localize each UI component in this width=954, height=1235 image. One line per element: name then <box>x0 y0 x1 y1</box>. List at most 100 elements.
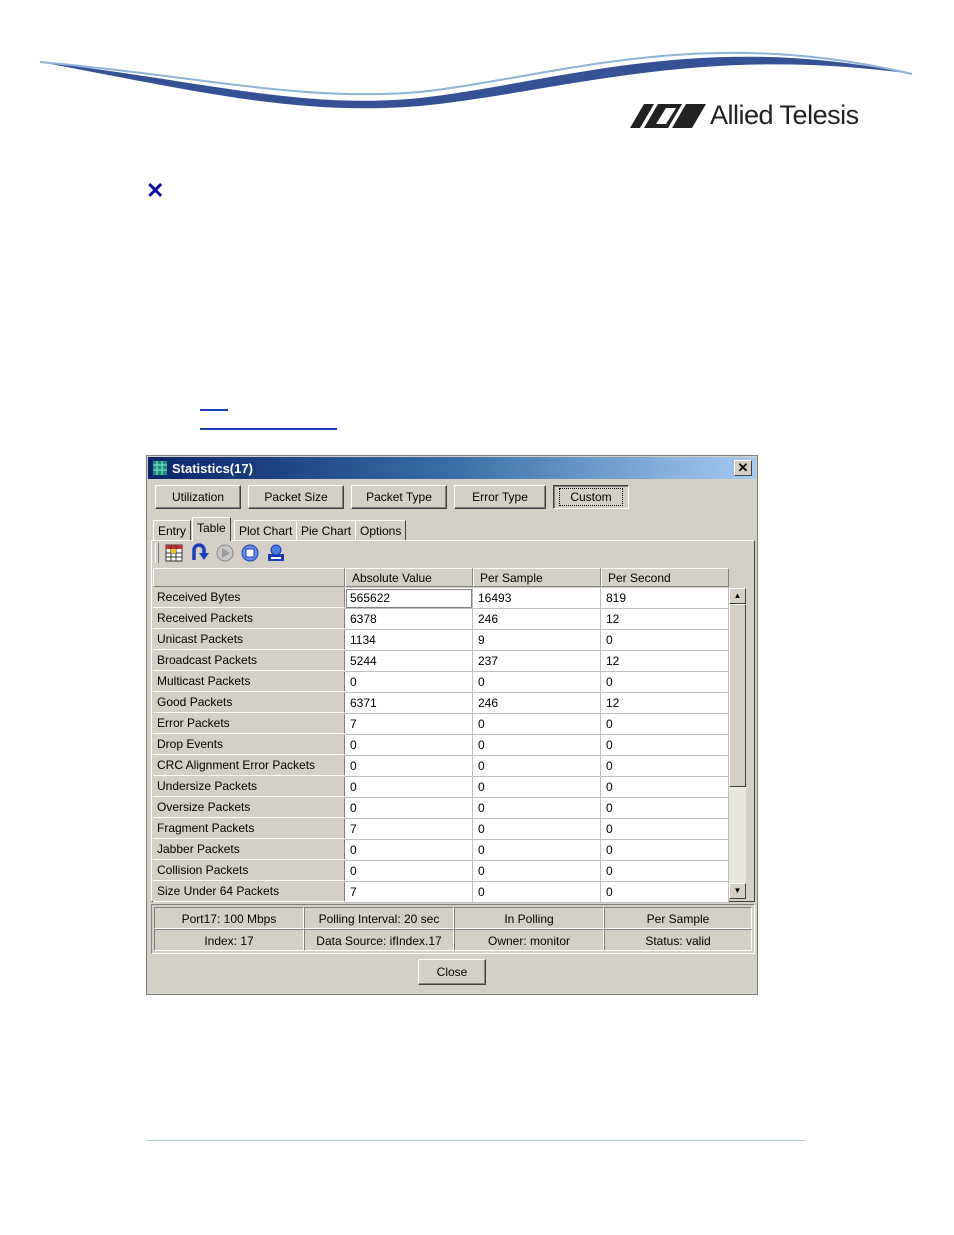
column-header-per-sample[interactable]: Per Sample <box>473 568 601 587</box>
table-cell[interactable]: 0 <box>601 672 729 693</box>
table-cell[interactable]: 0 <box>601 735 729 756</box>
table-cell[interactable]: 0 <box>601 756 729 777</box>
row-label: Drop Events <box>153 735 345 755</box>
row-label: Collision Packets <box>153 861 345 881</box>
table-cell[interactable]: 6371 <box>345 693 473 714</box>
packet-size-button[interactable]: Packet Size <box>248 485 344 509</box>
grid-app-icon <box>153 461 167 475</box>
status-port: Port17: 100 Mbps <box>154 907 304 929</box>
scroll-up-icon[interactable]: ▲ <box>729 588 746 604</box>
table-cell[interactable]: 9 <box>473 630 601 651</box>
column-header-per-second[interactable]: Per Second <box>601 568 729 587</box>
custom-button-label: Custom <box>559 488 623 506</box>
row-label: Fragment Packets <box>153 819 345 839</box>
table-cell[interactable]: 1134 <box>345 630 473 651</box>
table-cell[interactable]: 0 <box>601 819 729 840</box>
packet-type-button[interactable]: Packet Type <box>351 485 447 509</box>
statistics-window: Statistics(17) ✕ Utilization Packet Size… <box>146 455 758 995</box>
table-cell[interactable]: 0 <box>601 714 729 735</box>
refresh-icon[interactable] <box>189 542 211 564</box>
doc-link-long[interactable] <box>200 428 337 430</box>
doc-link-short[interactable] <box>200 409 228 411</box>
table-cell[interactable]: 0 <box>601 861 729 882</box>
table-cell[interactable]: 0 <box>345 735 473 756</box>
row-label: Error Packets <box>153 714 345 734</box>
allied-telesis-logo-icon <box>630 104 706 128</box>
tab-pie-chart[interactable]: Pie Chart <box>296 520 357 540</box>
table-cell[interactable]: 0 <box>345 861 473 882</box>
table-cell[interactable]: 0 <box>345 777 473 798</box>
table-cell[interactable]: 0 <box>473 798 601 819</box>
vertical-scrollbar[interactable]: ▲ ▼ <box>729 588 746 899</box>
scroll-down-icon[interactable]: ▼ <box>729 883 746 899</box>
table-cell[interactable]: 7 <box>345 882 473 903</box>
table-cell[interactable]: 0 <box>473 756 601 777</box>
custom-button[interactable]: Custom <box>553 485 629 509</box>
table-cell[interactable]: 6378 <box>345 609 473 630</box>
table-cell[interactable]: 12 <box>601 693 729 714</box>
table-cell[interactable]: 237 <box>473 651 601 672</box>
table-cell[interactable]: 0 <box>601 840 729 861</box>
table-cell[interactable]: 0 <box>601 798 729 819</box>
table-cell[interactable]: 12 <box>601 651 729 672</box>
title-bar[interactable]: Statistics(17) ✕ <box>148 457 756 479</box>
table-cell[interactable]: 0 <box>345 798 473 819</box>
row-label: Undersize Packets <box>153 777 345 797</box>
stop-icon[interactable] <box>239 542 261 564</box>
table-cell[interactable]: 0 <box>601 777 729 798</box>
table-cell[interactable]: 0 <box>473 672 601 693</box>
table-cell[interactable]: 565622 <box>345 588 473 609</box>
error-type-button[interactable]: Error Type <box>454 485 546 509</box>
row-label: Unicast Packets <box>153 630 345 650</box>
row-label: Broadcast Packets <box>153 651 345 671</box>
table-cell[interactable]: 16493 <box>473 588 601 609</box>
table-cell[interactable]: 0 <box>473 777 601 798</box>
table-cell[interactable]: 0 <box>473 819 601 840</box>
status-data-source: Data Source: ifIndex.17 <box>304 929 454 951</box>
table-cell[interactable]: 0 <box>473 882 601 903</box>
status-valid: Status: valid <box>604 929 752 951</box>
row-label: Received Packets <box>153 609 345 629</box>
table-cell[interactable]: 0 <box>345 672 473 693</box>
table-cell[interactable]: 0 <box>345 840 473 861</box>
x-bullet-icon: ✕ <box>146 178 165 203</box>
play-icon <box>216 544 234 562</box>
print-icon[interactable] <box>265 542 287 564</box>
table-grid-icon[interactable] <box>163 542 185 564</box>
row-label: CRC Alignment Error Packets <box>153 756 345 776</box>
table-cell[interactable]: 5244 <box>345 651 473 672</box>
tab-entry[interactable]: Entry <box>153 520 192 540</box>
table-cell[interactable]: 819 <box>601 588 729 609</box>
table-cell[interactable]: 0 <box>473 861 601 882</box>
table-cell[interactable]: 246 <box>473 693 601 714</box>
column-header-label <box>153 568 345 587</box>
logo-text: Allied Telesis <box>710 100 859 130</box>
close-button[interactable]: Close <box>418 959 486 985</box>
tab-table[interactable]: Table <box>192 517 231 541</box>
row-label: Received Bytes <box>153 588 345 608</box>
table-cell[interactable]: 0 <box>473 840 601 861</box>
table-cell[interactable]: 0 <box>473 714 601 735</box>
row-label: Jabber Packets <box>153 840 345 860</box>
table-cell[interactable]: 7 <box>345 714 473 735</box>
window-title: Statistics(17) <box>172 461 253 476</box>
table-cell[interactable]: 0 <box>473 735 601 756</box>
table-cell[interactable]: 0 <box>601 882 729 903</box>
status-sample-mode: Per Sample <box>604 907 752 929</box>
row-label: Multicast Packets <box>153 672 345 692</box>
scroll-thumb[interactable] <box>729 604 746 787</box>
column-header-absolute-value[interactable]: Absolute Value <box>345 568 473 587</box>
table-cell[interactable]: 0 <box>345 756 473 777</box>
close-icon[interactable]: ✕ <box>734 460 752 476</box>
utilization-button[interactable]: Utilization <box>155 485 241 509</box>
table-cell[interactable]: 12 <box>601 609 729 630</box>
tab-options[interactable]: Options <box>355 520 407 540</box>
table-cell[interactable]: 246 <box>473 609 601 630</box>
status-index: Index: 17 <box>154 929 304 951</box>
table-cell[interactable]: 7 <box>345 819 473 840</box>
tab-plot-chart[interactable]: Plot Chart <box>234 520 298 540</box>
row-label: Good Packets <box>153 693 345 713</box>
status-owner: Owner: monitor <box>454 929 604 951</box>
table-cell[interactable]: 0 <box>601 630 729 651</box>
footer-rule <box>146 1140 805 1141</box>
